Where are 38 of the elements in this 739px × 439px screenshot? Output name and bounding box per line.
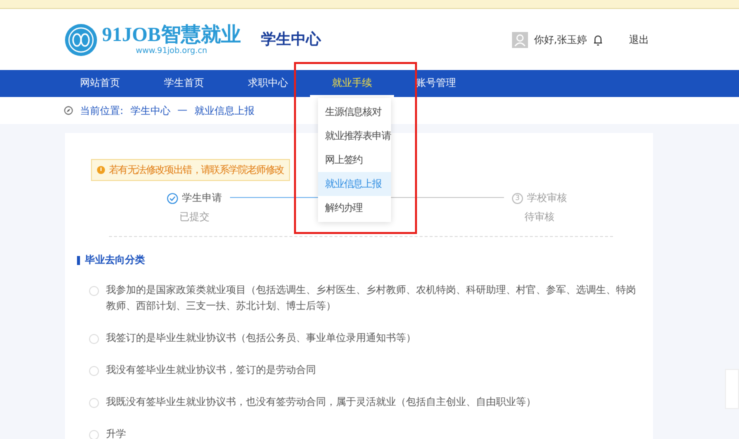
nav-tab[interactable]: 学生首页	[142, 70, 226, 97]
section-marker	[77, 256, 80, 264]
dropdown-item[interactable]: 解约办理	[318, 196, 391, 220]
site-section-title: 学生中心	[260, 30, 321, 49]
section-title: 毕业去向分类	[85, 254, 145, 267]
step-title: 学校审核	[527, 192, 567, 205]
radio-button[interactable]	[89, 430, 99, 439]
breadcrumb-item: 学生中心	[130, 104, 170, 118]
radio-button[interactable]	[89, 366, 99, 376]
dropdown-item[interactable]: 就业推荐表申请	[318, 124, 391, 148]
radio-button[interactable]	[89, 286, 99, 296]
option-label: 我没有签毕业生就业协议书，签订的是劳动合同	[106, 364, 316, 378]
compass-icon	[64, 106, 73, 115]
step-status: 已提交	[180, 210, 210, 224]
logout-link[interactable]: 退出	[629, 32, 649, 46]
warning-icon	[97, 166, 105, 174]
user-greeting: 你好,张玉婷	[534, 34, 587, 46]
option-label: 我既没有签毕业生就业协议书，也没有签劳动合同，属于灵活就业（包括自主创业、自由职业等）	[106, 396, 536, 410]
option-label: 我参加的是国家政策类就业项目（包括选调生、乡村医生、乡村教师、农机特岗、科研助理、村官、参军、选调生、特岗教师、西部计划、三支一扶、苏北计划、博士后等）	[106, 284, 637, 314]
step-status: 待审核	[524, 210, 554, 224]
step-title: 学生申请	[182, 192, 222, 205]
notification-bell-icon[interactable]	[593, 34, 603, 46]
logo-emblem-icon	[64, 22, 98, 56]
logo-url: www.91job.org.cn	[136, 46, 208, 55]
dropdown-item[interactable]: 生源信息核对	[318, 100, 391, 124]
dropdown-item[interactable]: 网上签约	[318, 148, 391, 172]
logo-title: 91JOB智慧就业	[102, 24, 241, 46]
radio-button[interactable]	[89, 398, 99, 408]
nav-tab[interactable]: 网站首页	[58, 70, 142, 97]
option-label: 我签订的是毕业生就业协议书（包括公务员、事业单位录用通知书等）	[106, 332, 416, 346]
avatar-icon	[512, 32, 528, 48]
warning-notice: 若有无法修改项出错，请联系学院老师修改	[91, 159, 290, 181]
radio-button[interactable]	[89, 334, 99, 344]
breadcrumb-label: 当前位置:	[80, 104, 124, 118]
breadcrumb-item: —	[177, 105, 188, 116]
option-label: 升学	[106, 428, 126, 439]
nav-tab[interactable]: 求职中心	[226, 70, 310, 97]
breadcrumb-item: 就业信息上报	[194, 104, 254, 118]
